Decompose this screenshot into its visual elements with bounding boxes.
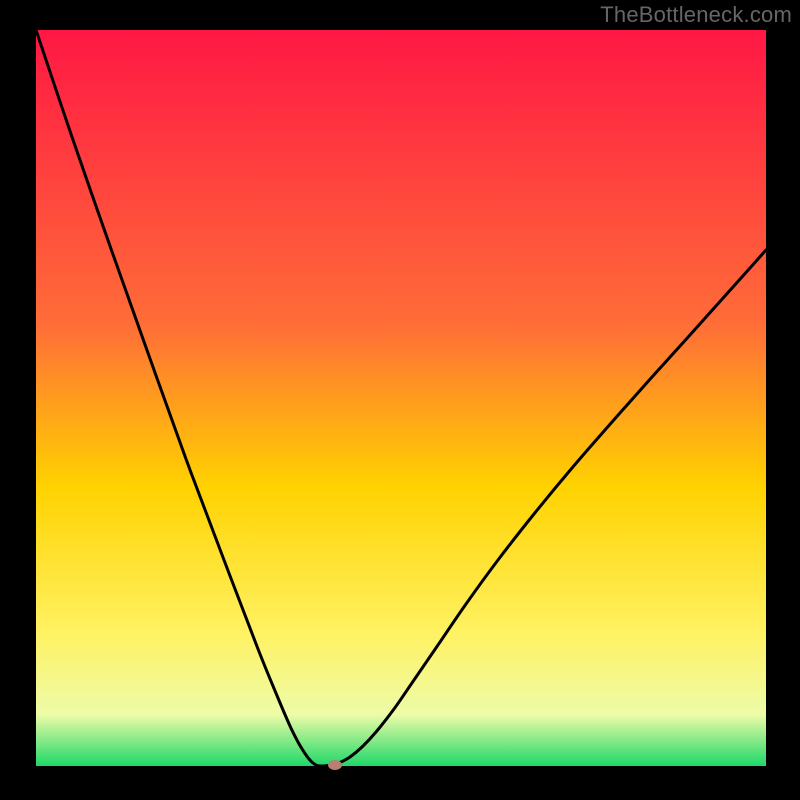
bottleneck-chart <box>0 0 800 800</box>
watermark-text: TheBottleneck.com <box>600 2 792 28</box>
plot-area <box>36 30 766 766</box>
current-config-marker <box>328 760 342 770</box>
chart-container: { "watermark": "TheBottleneck.com", "col… <box>0 0 800 800</box>
